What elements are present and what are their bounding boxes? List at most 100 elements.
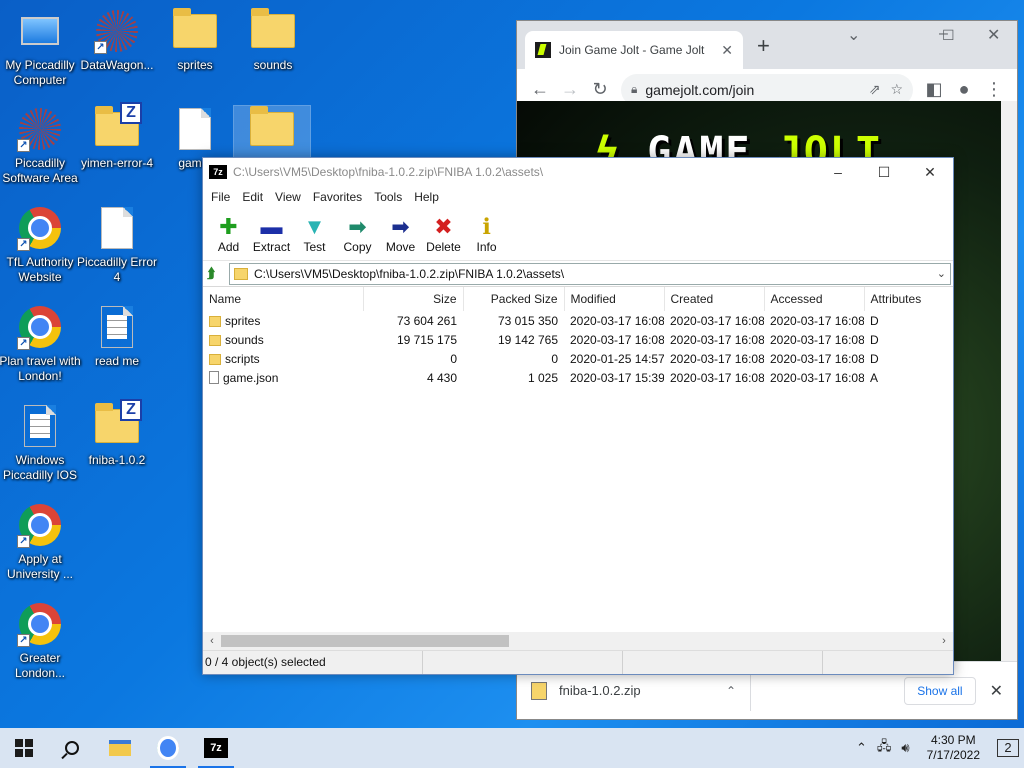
desktop-icon[interactable]: ↗ Piccadilly Software Area xyxy=(1,106,79,186)
desktop-icon-label: fniba-1.0.2 xyxy=(88,453,146,467)
desktop-icon[interactable]: ↗ DataWagon... xyxy=(78,8,156,73)
row-attr-cell: D xyxy=(870,351,879,366)
test-button[interactable]: ▼ Test xyxy=(293,216,336,255)
add-button[interactable]: ✚ Add xyxy=(207,216,250,255)
desktop-icon[interactable]: ↗ TfL Authority Website xyxy=(1,205,79,285)
share-icon[interactable]: ⇗ xyxy=(869,81,881,98)
move-button[interactable]: ➡ Move xyxy=(379,214,422,255)
table-row[interactable]: sounds 19 715 175 19 142 765 2020-03-17 16:… xyxy=(203,330,953,349)
column-header[interactable]: Created xyxy=(664,287,765,311)
system-tray: ⌃ 🖧︎ 🔊︎ 4:30 PM 7/17/2022 2 xyxy=(851,728,1024,768)
row-size-cell: 4 430 xyxy=(426,370,457,385)
copy-button[interactable]: ➡ Copy xyxy=(336,216,379,255)
column-header[interactable]: Modified xyxy=(564,287,665,311)
scroll-left-icon[interactable]: ‹ xyxy=(203,635,221,647)
table-row[interactable]: game.json 4 430 1 025 2020-03-17 15:39 2020-… xyxy=(203,368,953,387)
page-scrollbar[interactable] xyxy=(1001,101,1017,661)
forward-icon[interactable]: → xyxy=(555,79,585,100)
menu-item-help[interactable]: Help xyxy=(408,190,445,204)
column-header[interactable]: Packed Size xyxy=(463,287,565,311)
desktop-icon[interactable]: ↗ Greater London... xyxy=(1,601,79,681)
minimize-icon[interactable]: – xyxy=(815,164,861,180)
search-button[interactable] xyxy=(48,728,96,768)
reload-icon[interactable]: ↻ xyxy=(585,79,615,100)
desktop-icon[interactable]: Zfniba-1.0.2 xyxy=(78,399,156,468)
row-size-cell: 0 xyxy=(450,351,457,366)
column-header[interactable]: Size xyxy=(363,287,464,311)
desktop-icon[interactable]: Piccadilly Error 4 xyxy=(76,205,157,285)
sevenzip-titlebar[interactable]: 7z C:\Users\VM5\Desktop\fniba-1.0.2.zip\… xyxy=(203,158,953,186)
desktop-icon[interactable]: Windows Piccadilly IOS xyxy=(1,403,79,483)
row-accessed-cell: 2020-03-17 16:08 xyxy=(770,332,864,347)
profile-avatar-icon[interactable]: ● xyxy=(949,79,979,100)
close-window-icon[interactable]: ✕ xyxy=(987,25,1000,45)
desktop-icon[interactable]: sprites xyxy=(156,8,234,73)
menu-kebab-icon[interactable]: ⋮ xyxy=(979,79,1009,100)
column-header[interactable]: Accessed xyxy=(764,287,865,311)
maximize-icon[interactable]: ☐ xyxy=(942,27,955,44)
taskbar-file-explorer[interactable] xyxy=(96,728,144,768)
desktop-icon[interactable]: Zyimen-error-4 xyxy=(78,102,156,171)
maximize-icon[interactable]: ☐ xyxy=(861,164,907,181)
chevron-up-icon[interactable]: ⌃ xyxy=(726,684,736,698)
move-icon: ➡ xyxy=(391,214,410,239)
desktop-icon[interactable]: My Piccadilly Computer xyxy=(1,8,79,88)
sevenzip-window[interactable]: 7z C:\Users\VM5\Desktop\fniba-1.0.2.zip\… xyxy=(202,157,954,675)
back-icon[interactable]: ← xyxy=(525,79,555,100)
scroll-right-icon[interactable]: › xyxy=(935,635,953,647)
horizontal-scrollbar[interactable]: ‹ › xyxy=(203,632,953,650)
clock-date: 7/17/2022 xyxy=(926,748,980,762)
desktop-icon-label: Piccadilly Error 4 xyxy=(76,255,157,284)
sevenzip-path[interactable]: C:\Users\VM5\Desktop\fniba-1.0.2.zip\FNI… xyxy=(254,267,937,281)
menu-item-view[interactable]: View xyxy=(269,190,307,204)
chevron-up-icon[interactable]: ⌃ xyxy=(856,740,867,756)
taskbar-sevenzip[interactable]: 7z xyxy=(192,728,240,768)
menu-item-file[interactable]: File xyxy=(205,190,236,204)
info-button[interactable]: ℹ Info xyxy=(465,216,508,255)
up-folder-icon[interactable]: ⮭ xyxy=(207,265,229,282)
close-icon[interactable]: ✕ xyxy=(907,164,953,181)
table-row[interactable]: scripts 0 0 2020-01-25 14:57 2020-03-17 16:0… xyxy=(203,349,953,368)
file-list[interactable]: Name Size Packed Size Modified Created Access… xyxy=(203,286,953,632)
scrollbar-thumb[interactable] xyxy=(221,635,509,647)
desktop-icon[interactable]: ↗ Plan travel with London! xyxy=(0,304,81,384)
table-row[interactable]: sprites 73 604 261 73 015 350 2020-03-17 16… xyxy=(203,311,953,330)
download-item[interactable]: fniba-1.0.2.zip ⌃ xyxy=(531,670,751,711)
document-icon xyxy=(172,106,218,152)
sevenzip-address-box[interactable]: C:\Users\VM5\Desktop\fniba-1.0.2.zip\FNI… xyxy=(229,262,951,285)
url-text[interactable]: gamejolt.com/join xyxy=(645,82,858,98)
taskbar-chrome[interactable] xyxy=(144,728,192,768)
desktop-icon[interactable]: ↗ Apply at University ... xyxy=(1,502,79,582)
menu-item-tools[interactable]: Tools xyxy=(368,190,408,204)
extract-button[interactable]: ▬ Extract xyxy=(250,216,293,255)
row-name-cell: sprites xyxy=(203,311,363,330)
chevron-down-icon[interactable]: ⌄ xyxy=(937,267,946,280)
show-all-button[interactable]: Show all xyxy=(904,676,976,705)
column-header[interactable]: Name xyxy=(203,287,364,311)
test-label: Test xyxy=(303,240,326,254)
network-icon[interactable]: 🖧︎ xyxy=(877,737,892,759)
new-tab-icon[interactable]: + xyxy=(757,33,770,59)
column-header[interactable]: Attributes xyxy=(864,287,953,311)
close-tab-icon[interactable]: ✕ xyxy=(721,42,733,59)
row-modified-cell: 2020-03-17 15:39 xyxy=(570,370,664,385)
start-button[interactable] xyxy=(0,728,48,768)
menu-item-edit[interactable]: Edit xyxy=(236,190,269,204)
side-panel-icon[interactable]: ◧ xyxy=(919,79,949,100)
tab-search-icon[interactable]: ⌄ xyxy=(847,25,860,45)
volume-icon[interactable]: 🔊︎ xyxy=(901,740,909,756)
delete-button[interactable]: ✖ Delete xyxy=(422,216,465,255)
close-download-bar-icon[interactable]: ✕ xyxy=(990,681,1003,701)
status-segment xyxy=(623,651,823,674)
lock-icon[interactable]: 🔒︎ xyxy=(631,82,637,97)
desktop-icon[interactable]: read me xyxy=(78,304,156,369)
desktop-icon[interactable]: sounds xyxy=(234,8,312,73)
file-explorer-icon xyxy=(109,740,131,756)
bookmark-star-icon[interactable]: ☆ xyxy=(890,81,903,98)
chrome-tab[interactable]: Join Game Jolt - Game Jolt ✕ xyxy=(525,31,743,69)
clock[interactable]: 4:30 PM 7/17/2022 xyxy=(927,733,980,763)
notifications-icon[interactable]: 2 xyxy=(997,739,1019,757)
desktop-icon-label: sprites xyxy=(177,58,213,72)
row-created-cell: 2020-03-17 16:08 xyxy=(670,313,764,328)
menu-item-favorites[interactable]: Favorites xyxy=(307,190,368,204)
